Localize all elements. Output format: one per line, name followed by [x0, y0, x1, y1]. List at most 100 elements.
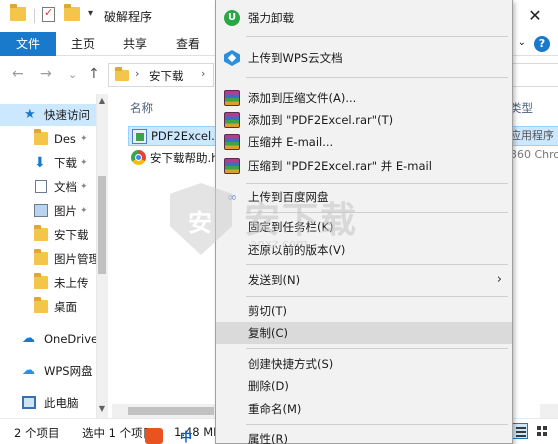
computer-icon	[22, 396, 36, 409]
nav-item-label: 安下载	[54, 228, 89, 242]
address-input[interactable]: › 安下载 ›	[108, 63, 214, 87]
menu-item-label: 重命名(M)	[248, 402, 302, 416]
nav-item-anxz[interactable]: 安下载	[0, 224, 96, 246]
recent-locations-button[interactable]: ⌄	[68, 68, 77, 81]
nav-item-onedrive[interactable]: ☁ OneDrive	[0, 328, 96, 350]
new-folder-icon[interactable]	[64, 4, 80, 21]
baidu-cloud-icon: ∞	[227, 190, 237, 204]
menu-item-upload-wps[interactable]: 上传到WPS云文档	[216, 47, 512, 69]
menu-item-label: 创建快捷方式(S)	[248, 357, 334, 371]
chevron-right-icon[interactable]: ›	[135, 67, 139, 80]
nav-item-desktop[interactable]: Des ✦	[0, 128, 96, 150]
menu-item-label: 添加到压缩文件(A)...	[248, 91, 357, 105]
menu-item-label: 属性(R)	[248, 432, 288, 444]
nav-item-label: WPS网盘	[44, 364, 93, 378]
winrar-icon	[224, 158, 240, 174]
menu-item-label: 发送到(N)	[248, 273, 301, 287]
pin-icon: ✦	[80, 158, 88, 168]
file-type-cell: 应用程序	[510, 126, 558, 146]
menu-item-create-shortcut[interactable]: 创建快捷方式(S)	[216, 353, 512, 375]
nav-item-pictures[interactable]: 图片 ✦	[0, 200, 96, 222]
close-button[interactable]: ✕	[512, 0, 558, 32]
tab-home[interactable]: 主页	[60, 32, 106, 56]
nav-item-documents[interactable]: 文档 ✦	[0, 176, 96, 198]
nav-item-picture-management[interactable]: 图片管理	[0, 248, 96, 270]
context-menu: U 强力卸载 上传到WPS云文档 添加到压缩文件(A)... 添加到 "PDF2…	[215, 0, 513, 444]
pin-icon: ✦	[80, 134, 88, 144]
menu-item-label: 复制(C)	[248, 326, 289, 340]
menu-item-copy[interactable]: 复制(C)	[216, 322, 512, 344]
document-icon	[35, 180, 47, 193]
nav-item-quick-access[interactable]: ★ 快速访问	[0, 104, 96, 126]
scroll-down-icon[interactable]: ▼	[96, 404, 108, 413]
nav-item-label: 此电脑	[44, 396, 79, 410]
status-item-count: 2 个项目	[14, 426, 60, 440]
pin-icon: ✦	[80, 182, 88, 192]
menu-separator	[246, 348, 508, 349]
menu-item-label: 强力卸载	[248, 11, 294, 25]
file-row[interactable]: PDF2Excel.exe	[128, 126, 235, 146]
nav-item-this-pc[interactable]: 此电脑	[0, 392, 96, 414]
menu-separator	[246, 296, 508, 297]
chevron-right-icon[interactable]: ›	[201, 67, 205, 80]
menu-separator	[246, 212, 508, 213]
menu-item-label: 上传到百度网盘	[248, 190, 329, 204]
nav-scrollbar-thumb[interactable]	[98, 176, 106, 274]
tab-share[interactable]: 共享	[112, 32, 158, 56]
back-button[interactable]: ←	[12, 66, 24, 82]
menu-item-restore[interactable]: 还原以前的版本(V)	[216, 239, 512, 261]
nav-item-downloads[interactable]: ⬇ 下载 ✦	[0, 152, 96, 174]
nav-item-wps-cloud[interactable]: ☁ WPS网盘	[0, 360, 96, 382]
status-selection: 选中 1 个项目	[82, 426, 155, 440]
menu-item-pin-taskbar[interactable]: 固定到任务栏(K)	[216, 216, 512, 238]
breadcrumb-segment[interactable]: 安下载	[149, 68, 184, 84]
file-row[interactable]: 安下载帮助.htm	[128, 148, 234, 168]
tab-view[interactable]: 查看	[165, 32, 211, 56]
expand-ribbon-icon[interactable]: ⌄	[518, 37, 526, 48]
details-view-button[interactable]	[512, 423, 528, 439]
winrar-icon	[224, 134, 240, 150]
menu-item-compress-rar-email[interactable]: 压缩到 "PDF2Excel.rar" 并 E-mail	[216, 155, 512, 177]
menu-item-add-rar[interactable]: 添加到 "PDF2Excel.rar"(T)	[216, 109, 512, 131]
menu-item-upload-baidu[interactable]: ∞ 上传到百度网盘	[216, 186, 512, 208]
tab-file[interactable]: 文件	[0, 32, 56, 56]
star-icon: ★	[24, 107, 36, 122]
up-button[interactable]: ↑	[88, 66, 100, 82]
menu-item-rename[interactable]: 重命名(M)	[216, 398, 512, 420]
menu-item-label: 上传到WPS云文档	[248, 51, 343, 65]
menu-item-label: 压缩到 "PDF2Excel.rar" 并 E-mail	[248, 159, 432, 173]
properties-icon[interactable]: ✓	[42, 6, 55, 22]
search-input[interactable]	[510, 63, 558, 87]
quick-access-dropdown[interactable]: ▾	[88, 8, 93, 19]
menu-item-add-archive[interactable]: 添加到压缩文件(A)...	[216, 87, 512, 109]
folder-icon	[34, 129, 48, 145]
large-icons-view-button[interactable]	[534, 423, 550, 439]
nav-item-not-uploaded[interactable]: 未上传	[0, 272, 96, 294]
column-header-type[interactable]: 类型	[510, 100, 533, 116]
menu-item-uninstall[interactable]: U 强力卸载	[216, 7, 512, 29]
forward-button[interactable]: →	[40, 66, 52, 82]
folder-icon	[34, 297, 48, 313]
menu-item-send-to[interactable]: 发送到(N) ›	[216, 269, 512, 291]
column-header-name[interactable]: 名称	[130, 100, 153, 116]
folder-icon	[10, 4, 26, 21]
download-icon: ⬇	[34, 155, 46, 171]
folder-icon	[115, 67, 129, 81]
folder-icon	[34, 225, 48, 241]
help-icon[interactable]: ?	[534, 36, 550, 52]
folder-icon	[34, 249, 48, 265]
picture-icon	[34, 204, 48, 217]
horizontal-scrollbar-thumb[interactable]	[128, 407, 214, 415]
nav-item-label: 桌面	[54, 300, 77, 314]
menu-item-label: 删除(D)	[248, 379, 289, 393]
menu-item-properties[interactable]: 属性(R)	[216, 428, 512, 444]
file-type-cell: 360 Chrome	[510, 148, 558, 161]
application-icon	[132, 129, 147, 144]
scroll-up-icon[interactable]: ▲	[96, 96, 108, 105]
menu-item-delete[interactable]: 删除(D)	[216, 375, 512, 397]
menu-item-cut[interactable]: 剪切(T)	[216, 300, 512, 322]
nav-item-label: 图片	[54, 204, 77, 218]
horizontal-scrollbar[interactable]	[540, 404, 558, 418]
nav-item-desktop-cn[interactable]: 桌面	[0, 296, 96, 318]
menu-item-compress-email[interactable]: 压缩并 E-mail...	[216, 131, 512, 153]
